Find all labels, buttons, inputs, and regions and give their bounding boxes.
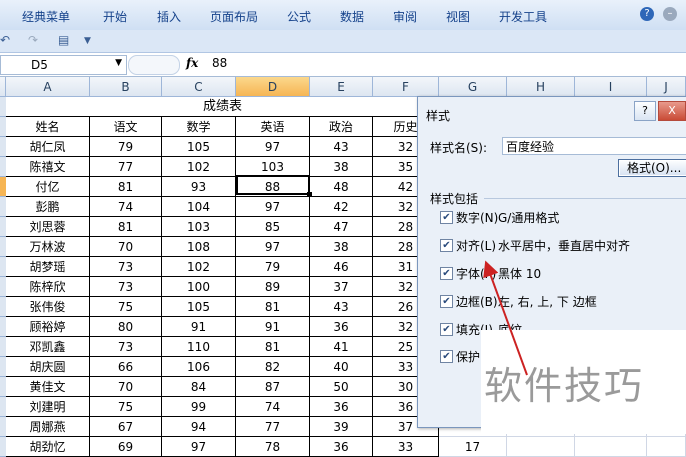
row-header[interactable] xyxy=(0,437,6,457)
table-cell[interactable]: 69 xyxy=(90,437,162,457)
annotation-arrow xyxy=(483,260,528,376)
empty-cell[interactable] xyxy=(507,437,575,457)
table-cell[interactable]: 17 xyxy=(439,437,507,457)
empty-cell[interactable] xyxy=(575,437,647,457)
table-cell[interactable]: 33 xyxy=(373,437,439,457)
table-cell[interactable]: 胡劲忆 xyxy=(6,437,90,457)
arrow-line xyxy=(483,260,528,376)
table-cell[interactable]: 36 xyxy=(310,437,373,457)
empty-cell[interactable] xyxy=(647,437,686,457)
table-cell[interactable]: 97 xyxy=(162,437,236,457)
table-cell[interactable]: 78 xyxy=(236,437,310,457)
